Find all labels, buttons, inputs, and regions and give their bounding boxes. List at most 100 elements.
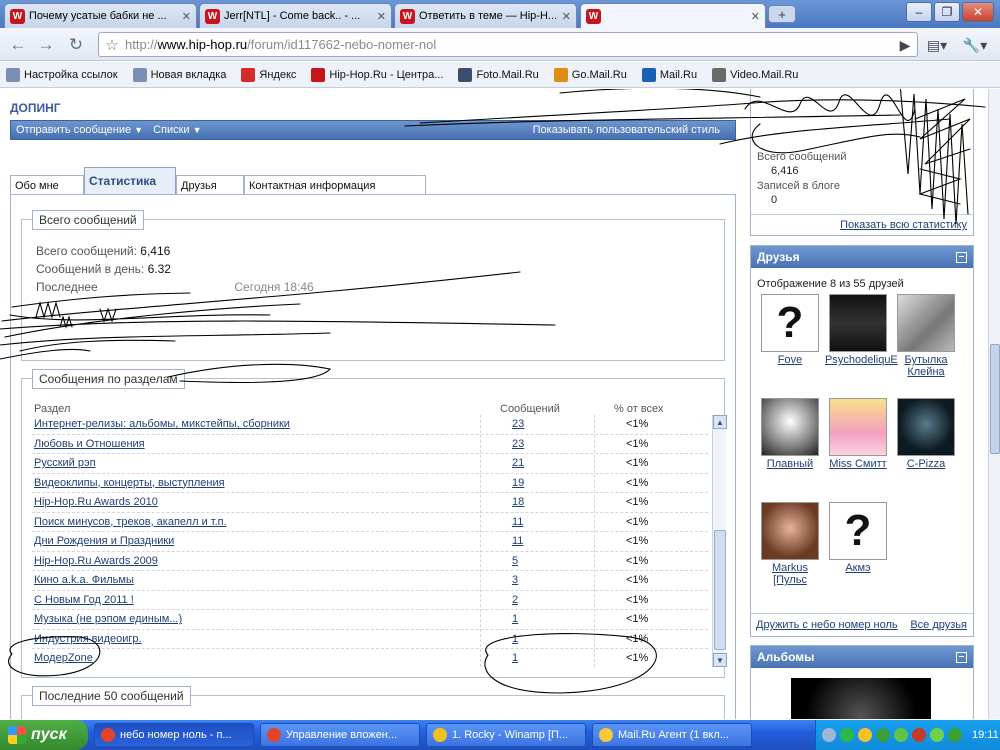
back-arrow-icon[interactable]: ←: [6, 33, 30, 57]
friend-item[interactable]: C-Pizza: [893, 398, 959, 470]
friend-name-link[interactable]: PsychodeliquE: [825, 354, 898, 366]
section-count-link[interactable]: 21: [512, 457, 524, 469]
avatar[interactable]: ?: [761, 294, 819, 352]
bookmark-item[interactable]: Настройка ссылок: [6, 67, 118, 82]
show-user-style-link[interactable]: Показывать пользовательский стиль: [533, 124, 720, 136]
section-count-link[interactable]: 1: [512, 613, 518, 625]
section-link[interactable]: Hip-Hop.Ru Awards 2009: [34, 555, 158, 567]
section-count-link[interactable]: 1: [512, 633, 518, 645]
section-link[interactable]: Индустрия видеоигр.: [34, 633, 142, 645]
avatar[interactable]: [761, 398, 819, 456]
tab-statistics[interactable]: Статистика: [84, 167, 176, 195]
bookmark-star-icon[interactable]: ☆: [99, 36, 125, 54]
friend-item[interactable]: Markus [Пульс: [757, 502, 823, 586]
maximize-button[interactable]: ❐: [934, 2, 960, 22]
wrench-icon[interactable]: 🔧▾: [958, 35, 992, 55]
tray-icon[interactable]: [840, 728, 854, 742]
section-link[interactable]: С Новым Год 2011 !: [34, 594, 134, 606]
taskbar-button[interactable]: 1. Rocky - Winamp [П...: [426, 723, 586, 747]
section-count-link[interactable]: 18: [512, 496, 524, 508]
scroll-up-icon[interactable]: ▲: [713, 415, 727, 429]
section-count-link[interactable]: 3: [512, 574, 518, 586]
forward-arrow-icon[interactable]: →: [34, 33, 58, 57]
section-link[interactable]: Hip-Hop.Ru Awards 2010: [34, 496, 158, 508]
avatar[interactable]: ?: [829, 502, 887, 560]
section-count-link[interactable]: 5: [512, 555, 518, 567]
tab-about[interactable]: Обо мне: [10, 175, 84, 195]
friend-item[interactable]: ? Акмэ: [825, 502, 891, 574]
album-thumbnail[interactable]: [791, 678, 931, 719]
section-link[interactable]: МодерZone: [34, 652, 93, 664]
sections-scrollbar[interactable]: ▲ ▼: [712, 415, 727, 667]
page-scroll-thumb[interactable]: [990, 344, 1000, 454]
taskbar-button[interactable]: Mail.Ru Агент (1 вкл...: [592, 723, 752, 747]
section-link[interactable]: Русский рэп: [34, 457, 96, 469]
section-link[interactable]: Музыка (не рэпом единым...): [34, 613, 182, 625]
section-link[interactable]: Видеоклипы, концерты, выступления: [34, 477, 225, 489]
close-icon[interactable]: ✕: [562, 10, 571, 23]
browser-tab-2[interactable]: W Jerr[NTL] - Come back.. - ... ✕: [199, 3, 392, 28]
collapse-icon[interactable]: –: [956, 251, 967, 263]
bookmark-item[interactable]: Новая вкладка: [132, 67, 226, 82]
send-message-menu[interactable]: Отправить сообщение ▼: [16, 124, 143, 136]
collapse-icon[interactable]: –: [956, 651, 967, 663]
section-link[interactable]: Дни Рождения и Праздники: [34, 535, 174, 547]
address-bar[interactable]: ☆ http://www.hip-hop.ru/forum/id117662-n…: [98, 32, 918, 57]
browser-tab-1[interactable]: W Почему усатые бабки не ... ✕: [4, 3, 197, 28]
start-button[interactable]: пуск: [0, 720, 88, 750]
section-count-link[interactable]: 2: [512, 594, 518, 606]
bookmark-item[interactable]: Hip-Hop.Ru - Центра...: [311, 67, 443, 82]
bookmark-item[interactable]: Go.Mail.Ru: [553, 67, 627, 82]
go-arrow-icon[interactable]: ▶: [898, 35, 912, 55]
friend-name-link[interactable]: Бутылка Клейна: [893, 354, 959, 378]
section-link[interactable]: Интернет-релизы: альбомы, микстейпы, сбо…: [34, 418, 290, 430]
browser-tab-active[interactable]: W ✕: [580, 3, 766, 28]
section-count-link[interactable]: 23: [512, 418, 524, 430]
friend-name-link[interactable]: Markus [Пульс: [757, 562, 823, 586]
tray-icon[interactable]: [894, 728, 908, 742]
tray-icon[interactable]: [948, 728, 962, 742]
section-count-link[interactable]: 1: [512, 652, 518, 664]
taskbar-button[interactable]: Управление вложен...: [260, 723, 420, 747]
friend-item[interactable]: PsychodeliquE: [825, 294, 898, 366]
section-link[interactable]: Поиск минусов, треков, акапелл и т.п.: [34, 516, 227, 528]
friend-item[interactable]: ? Fove: [757, 294, 823, 366]
page-scrollbar[interactable]: [988, 89, 1000, 719]
friend-name-link[interactable]: Fove: [757, 354, 823, 366]
bookmark-item[interactable]: Foto.Mail.Ru: [458, 67, 539, 82]
bookmark-item[interactable]: Яндекс: [241, 67, 296, 82]
avatar[interactable]: [829, 294, 887, 352]
friend-name-link[interactable]: Плавный: [757, 458, 823, 470]
browser-tab-3[interactable]: W Ответить в теме — Hip-H... ✕: [394, 3, 577, 28]
tray-icon[interactable]: [858, 728, 872, 742]
avatar[interactable]: [897, 294, 955, 352]
bookmark-item[interactable]: Video.Mail.Ru: [712, 67, 798, 82]
tray-icon[interactable]: [930, 728, 944, 742]
avatar[interactable]: [897, 398, 955, 456]
avatar[interactable]: [829, 398, 887, 456]
close-icon[interactable]: ✕: [182, 10, 191, 23]
section-count-link[interactable]: 23: [512, 438, 524, 450]
bookmark-item[interactable]: Mail.Ru: [641, 67, 697, 82]
friend-item[interactable]: Miss Смитт: [825, 398, 891, 470]
minimize-button[interactable]: –: [906, 2, 932, 22]
befriend-link[interactable]: Дружить с небо номер ноль: [756, 619, 898, 631]
friend-name-link[interactable]: Акмэ: [825, 562, 891, 574]
taskbar-button[interactable]: небо номер ноль - п...: [94, 723, 254, 747]
reload-icon[interactable]: ↻: [64, 33, 88, 57]
tab-friends[interactable]: Друзья: [176, 175, 244, 195]
tray-icon[interactable]: [876, 728, 890, 742]
new-tab-button[interactable]: +: [768, 5, 796, 23]
friend-name-link[interactable]: Miss Смитт: [825, 458, 891, 470]
close-icon[interactable]: ✕: [751, 10, 760, 23]
friend-name-link[interactable]: C-Pizza: [893, 458, 959, 470]
close-icon[interactable]: ✕: [377, 10, 386, 23]
page-menu-icon[interactable]: ▤▾: [922, 35, 952, 55]
section-count-link[interactable]: 11: [512, 516, 523, 528]
all-friends-link[interactable]: Все друзья: [910, 619, 967, 631]
friend-item[interactable]: Бутылка Клейна: [893, 294, 959, 378]
avatar[interactable]: [761, 502, 819, 560]
back-tray-icon[interactable]: [822, 728, 836, 742]
tab-contact-info[interactable]: Контактная информация: [244, 175, 426, 195]
lists-menu[interactable]: Списки ▼: [153, 124, 201, 136]
